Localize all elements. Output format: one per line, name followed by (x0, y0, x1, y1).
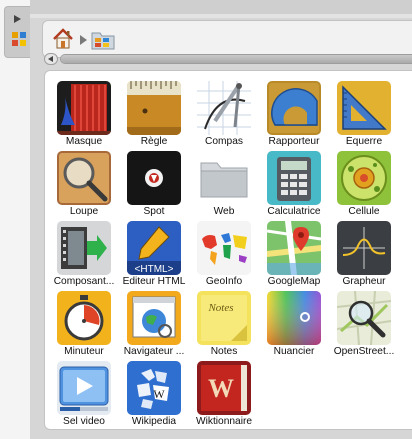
library-panel: Masque Règle Compas Rapporteur Équerre L… (30, 0, 412, 439)
panel-top-bar (30, 0, 412, 14)
tool-calculatrice[interactable]: Calculatrice (259, 151, 329, 221)
timer-icon (57, 291, 111, 345)
html-icon-text: <HTML> (135, 264, 174, 275)
expand-arrow-icon (14, 15, 21, 23)
tool-label: Composant... (53, 276, 115, 287)
street-map-icon (337, 291, 391, 345)
tool-label: GeoInfo (205, 276, 243, 287)
wiktionary-icon: W (197, 361, 251, 415)
tool-googlemap[interactable]: GoogleMap (259, 221, 329, 291)
tool-compas[interactable]: Compas (189, 81, 259, 151)
calculator-icon (267, 151, 321, 205)
tool-nuancier[interactable]: Nuancier (259, 291, 329, 361)
tool-label: Spot (143, 206, 165, 217)
compass-icon (197, 81, 251, 135)
map-pin-icon (267, 221, 321, 275)
wikipedia-icon-text: W (153, 387, 165, 401)
component-icon (57, 221, 111, 275)
horizontal-scrollbar[interactable] (44, 53, 412, 65)
magnifier-icon (57, 151, 111, 205)
mask-icon (57, 81, 111, 135)
tool-openstreetmap[interactable]: OpenStreet... (329, 291, 399, 361)
tool-label: Rapporteur (268, 136, 320, 147)
tool-label: Web (213, 206, 235, 217)
set-square-icon (337, 81, 391, 135)
tool-label: Règle (140, 136, 168, 147)
world-map-icon (197, 221, 251, 275)
panel-divider (30, 14, 412, 18)
spotlight-icon (127, 151, 181, 205)
tool-editeur-html[interactable]: <HTML> Editeur HTML (119, 221, 189, 291)
apps-folder-icon[interactable] (91, 29, 115, 51)
tool-spot[interactable]: Spot (119, 151, 189, 221)
library-apps-icon (12, 32, 26, 46)
tool-label: Wiktionnaire (195, 416, 253, 427)
tool-grapheur[interactable]: Grapheur (329, 221, 399, 291)
tool-web[interactable]: Web (189, 151, 259, 221)
tool-label: Notes (210, 346, 238, 357)
tool-label: Équerre (345, 136, 383, 147)
tool-label: Grapheur (342, 276, 386, 287)
ruler-icon (127, 81, 181, 135)
tool-rapporteur[interactable]: Rapporteur (259, 81, 329, 151)
library-toggle-tab[interactable] (4, 6, 30, 58)
browser-icon (127, 291, 181, 345)
tool-label: Cellule (348, 206, 380, 217)
tool-label: Minuteur (64, 346, 104, 357)
tool-label: Masque (65, 136, 103, 147)
protractor-icon (267, 81, 321, 135)
graph-icon (337, 221, 391, 275)
tool-label: Loupe (69, 206, 99, 217)
tool-masque[interactable]: Masque (49, 81, 119, 151)
notes-icon-text: Notes (207, 302, 233, 314)
tool-label: Editeur HTML (122, 276, 186, 287)
html-editor-icon: <HTML> (127, 221, 181, 275)
scroll-thumb[interactable] (61, 55, 412, 63)
tool-label: Wikipedia (131, 416, 177, 427)
tool-label: Calculatrice (267, 206, 321, 217)
tool-equerre[interactable]: Équerre (329, 81, 399, 151)
scroll-left-button[interactable] (44, 53, 58, 65)
tool-composant[interactable]: Composant... (49, 221, 119, 291)
panel-bottom (30, 430, 412, 439)
tool-wiktionnaire[interactable]: W Wiktionnaire (189, 361, 259, 431)
breadcrumb-separator-icon (80, 35, 87, 45)
color-picker-icon (267, 291, 321, 345)
tool-label: OpenStreet... (333, 346, 395, 357)
tool-label: Sel video (63, 416, 105, 427)
tool-minuteur[interactable]: Minuteur (49, 291, 119, 361)
notes-icon: Notes (197, 291, 251, 345)
cell-icon (337, 151, 391, 205)
tool-navigateur[interactable]: Navigateur ... (119, 291, 189, 361)
tool-label: GoogleMap (267, 276, 321, 287)
tool-label: Nuancier (273, 346, 315, 357)
tools-grid: Masque Règle Compas Rapporteur Équerre L… (44, 70, 412, 430)
tool-wikipedia[interactable]: W Wikipedia (119, 361, 189, 431)
tool-label: Compas (205, 136, 243, 147)
tool-regle[interactable]: Règle (119, 81, 189, 151)
tool-cellule[interactable]: Cellule (329, 151, 399, 221)
tool-notes[interactable]: Notes Notes (189, 291, 259, 361)
tool-loupe[interactable]: Loupe (49, 151, 119, 221)
left-strip (0, 0, 30, 439)
folder-icon (197, 151, 251, 205)
tool-geoinfo[interactable]: GeoInfo (189, 221, 259, 291)
wiktionary-icon-text: W (208, 374, 234, 403)
video-icon (57, 361, 111, 415)
wikipedia-icon: W (127, 361, 181, 415)
tool-label: Navigateur ... (123, 346, 185, 357)
home-icon[interactable] (52, 28, 74, 50)
tool-sel-video[interactable]: Sel video (49, 361, 119, 431)
